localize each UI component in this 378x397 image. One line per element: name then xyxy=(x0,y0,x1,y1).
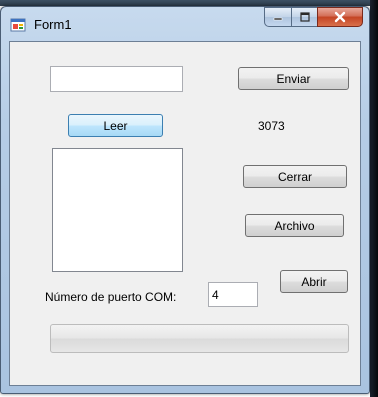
minimize-button[interactable] xyxy=(264,7,291,27)
send-button-label: Enviar xyxy=(276,71,311,86)
maximize-icon xyxy=(299,12,310,22)
com-port-input[interactable] xyxy=(208,282,258,307)
close-button[interactable] xyxy=(317,7,363,27)
form-window: Form1 Enviar Leer 3073 Cerrar Archivo Nú… xyxy=(0,6,370,394)
data-listbox[interactable] xyxy=(52,148,183,272)
count-label: 3073 xyxy=(258,119,285,133)
progress-bar xyxy=(50,324,349,353)
file-button[interactable]: Archivo xyxy=(245,214,344,237)
maximize-button[interactable] xyxy=(291,7,317,27)
read-button-label: Leer xyxy=(103,118,128,133)
close-form-button[interactable]: Cerrar xyxy=(243,165,347,188)
com-port-label: Número de puerto COM: xyxy=(45,290,177,304)
caption-buttons xyxy=(264,7,363,28)
desktop-backdrop-right xyxy=(370,0,378,397)
close-icon xyxy=(334,11,346,23)
close-form-button-label: Cerrar xyxy=(277,169,312,184)
title-bar[interactable]: Form1 xyxy=(1,7,369,41)
open-button-label: Abrir xyxy=(301,274,327,289)
window-title: Form1 xyxy=(34,17,72,32)
send-text-input[interactable] xyxy=(50,66,183,92)
form-icon[interactable] xyxy=(10,17,26,33)
send-button[interactable]: Enviar xyxy=(238,67,349,90)
minimize-icon xyxy=(273,17,283,21)
read-button[interactable]: Leer xyxy=(68,114,163,137)
open-button[interactable]: Abrir xyxy=(280,270,348,293)
form-client-area: Enviar Leer 3073 Cerrar Archivo Número d… xyxy=(9,41,361,386)
file-button-label: Archivo xyxy=(274,218,315,233)
